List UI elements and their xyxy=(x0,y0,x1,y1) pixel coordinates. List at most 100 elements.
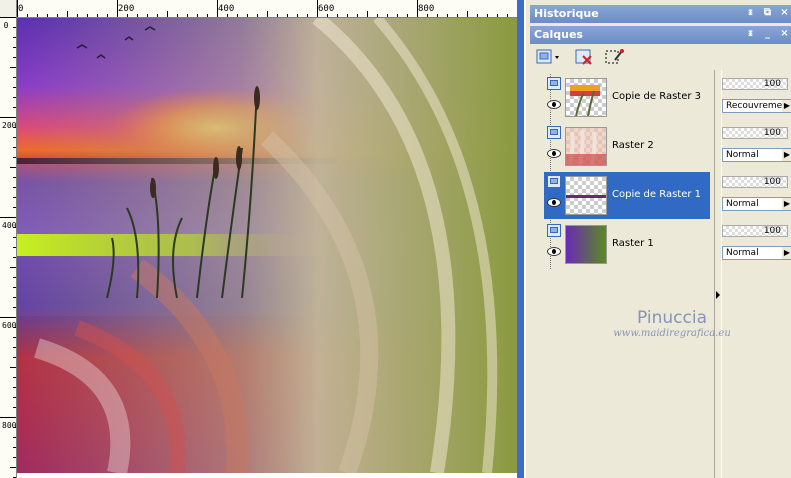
dropdown-arrow-icon[interactable]: ▶ xyxy=(782,100,791,112)
ruler-tick xyxy=(307,14,308,17)
opacity-slider[interactable]: 100 xyxy=(722,78,788,90)
ruler-tick xyxy=(13,127,16,128)
minimize-icon[interactable]: _ xyxy=(762,29,773,40)
layers-palette-titlebar[interactable]: Calques ᵻ _ × xyxy=(530,26,791,44)
history-palette-title: Historique xyxy=(534,7,599,20)
layer-name[interactable]: Copie de Raster 3 xyxy=(612,91,701,102)
dropdown-arrow-icon[interactable]: ▶ xyxy=(782,149,791,161)
blend-mode-select[interactable]: Normal ▶ xyxy=(722,246,791,260)
ruler-tick xyxy=(377,14,378,17)
blend-mode-value: Normal xyxy=(726,150,759,160)
layer-thumbnail-art xyxy=(566,195,606,198)
ruler-tick xyxy=(347,14,348,17)
layer-visibility-icon[interactable] xyxy=(547,224,561,237)
watermark: Pinuccia www.maidiregrafica.eu xyxy=(597,308,747,340)
layer-name[interactable]: Raster 2 xyxy=(612,140,654,151)
ruler-tick xyxy=(13,337,16,338)
splitter-arrow-icon[interactable] xyxy=(715,288,721,302)
ruler-tick xyxy=(17,0,18,17)
ruler-tick xyxy=(67,11,68,17)
ruler-tick xyxy=(13,427,16,428)
canvas-pane[interactable]: 0 200 400 600 800 0 200 400 600 800 xyxy=(0,0,524,478)
ruler-tick xyxy=(13,387,16,388)
ruler-tick xyxy=(437,14,438,17)
history-palette-titlebar[interactable]: Historique ᵻ ⧉ × xyxy=(530,5,791,23)
ruler-corner xyxy=(0,0,17,17)
ruler-left-label: 800 xyxy=(2,421,17,430)
ruler-tick xyxy=(317,0,318,17)
layers-palette-title: Calques xyxy=(534,28,583,41)
ruler-tick xyxy=(10,267,16,268)
blend-mode-select[interactable]: Normal ▶ xyxy=(722,197,791,211)
close-icon[interactable]: × xyxy=(779,8,790,19)
pin-icon[interactable]: ᵻ xyxy=(745,8,756,19)
ruler-tick xyxy=(13,247,16,248)
opacity-slider[interactable]: 100 xyxy=(722,176,788,188)
close-icon[interactable]: × xyxy=(779,29,790,40)
ruler-tick xyxy=(13,177,16,178)
delete-layer-button[interactable] xyxy=(572,46,596,68)
ruler-tick xyxy=(487,14,488,17)
eye-icon[interactable] xyxy=(547,198,561,207)
layer-row[interactable]: Copie de Raster 3 xyxy=(544,74,710,121)
opacity-slider[interactable]: 100 xyxy=(722,127,788,139)
blend-mode-select[interactable]: Normal ▶ xyxy=(722,148,791,162)
dropdown-arrow-icon[interactable]: ▶ xyxy=(782,198,791,210)
eye-icon[interactable] xyxy=(547,100,561,109)
ruler-tick xyxy=(13,407,16,408)
ruler-tick xyxy=(407,14,408,17)
ruler-tick xyxy=(13,437,16,438)
layer-visibility-icon[interactable] xyxy=(547,175,561,188)
ruler-tick xyxy=(37,14,38,17)
opacity-slider[interactable]: 100 xyxy=(722,225,788,237)
layer-properties: 100 Recouvrement ▶ 100 Normal ▶ 100 Norm… xyxy=(722,74,791,474)
layer-thumbnail xyxy=(565,78,607,117)
ruler-tick xyxy=(13,237,16,238)
ruler-tick xyxy=(97,14,98,17)
ruler-tick xyxy=(117,0,118,17)
opacity-value: 100 xyxy=(763,226,781,236)
ruler-tick xyxy=(247,14,248,17)
vertical-ruler: 0 200 400 600 800 xyxy=(0,17,17,478)
ruler-tick xyxy=(157,14,158,17)
ruler-tick xyxy=(13,77,16,78)
ruler-tick xyxy=(13,97,16,98)
ruler-tick xyxy=(13,197,16,198)
blend-mode-value: Normal xyxy=(726,199,759,209)
layer-props-row: 100 Recouvrement ▶ xyxy=(722,74,791,121)
layer-visibility-icon[interactable] xyxy=(547,77,561,90)
ruler-tick xyxy=(13,397,16,398)
ruler-tick xyxy=(237,14,238,17)
ruler-tick xyxy=(367,11,368,17)
image-canvas[interactable] xyxy=(17,18,517,473)
ruler-tick xyxy=(227,14,228,17)
ruler-tick xyxy=(427,14,428,17)
blend-mode-select[interactable]: Recouvrement ▶ xyxy=(722,99,791,113)
palette-splitter[interactable] xyxy=(714,70,722,478)
new-layer-button[interactable] xyxy=(532,46,564,68)
ruler-tick xyxy=(397,14,398,17)
eye-icon[interactable] xyxy=(547,247,561,256)
float-icon[interactable]: ⧉ xyxy=(762,8,773,19)
mask-button[interactable] xyxy=(602,46,626,68)
ruler-tick xyxy=(207,14,208,17)
layer-row-selected[interactable]: Copie de Raster 1 xyxy=(544,172,710,219)
ruler-tick xyxy=(13,57,16,58)
ruler-tick xyxy=(13,157,16,158)
ruler-left-label: 200 xyxy=(2,121,17,130)
ruler-tick xyxy=(297,14,298,17)
ruler-tick xyxy=(257,14,258,17)
layer-visibility-icon[interactable] xyxy=(547,126,561,139)
eye-icon[interactable] xyxy=(547,149,561,158)
pin-icon[interactable]: ᵻ xyxy=(745,29,756,40)
ruler-tick xyxy=(127,14,128,17)
ruler-tick xyxy=(457,14,458,17)
layers-list: Copie de Raster 3 Raster 2 Copie de Rast… xyxy=(540,74,712,474)
ruler-tick xyxy=(0,217,16,218)
layer-name[interactable]: Raster 1 xyxy=(612,238,654,249)
layer-row[interactable]: Raster 2 xyxy=(544,123,710,170)
layer-name[interactable]: Copie de Raster 1 xyxy=(612,189,701,200)
layer-row[interactable]: Raster 1 xyxy=(544,221,710,268)
dropdown-arrow-icon[interactable]: ▶ xyxy=(782,247,791,259)
ruler-tick xyxy=(217,0,218,17)
